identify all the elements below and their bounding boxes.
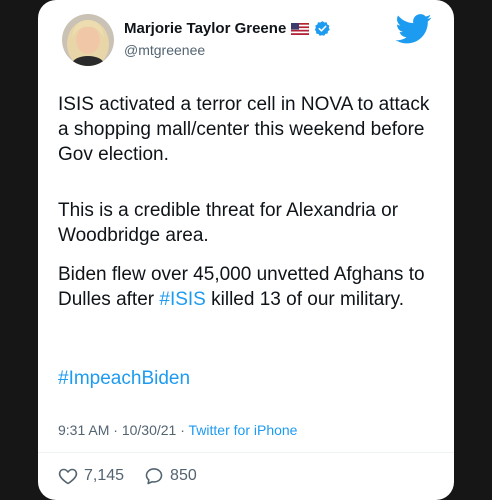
twitter-bird-icon xyxy=(396,14,432,44)
tweet-paragraph-1: ISIS activated a terror cell in NOVA to … xyxy=(58,94,430,165)
reply-bubble-icon xyxy=(145,468,163,485)
avatar[interactable] xyxy=(62,14,114,66)
verified-badge-icon xyxy=(315,21,331,36)
meta-separator: · xyxy=(113,422,122,438)
paragraph-3-text-end: killed 13 of our military. xyxy=(205,289,405,310)
avatar-image xyxy=(62,14,114,66)
tweet-metadata: 9:31 AM · 10/30/21 · Twitter for iPhone xyxy=(58,422,297,438)
author-handle[interactable]: @mtgreenee xyxy=(124,42,205,58)
tweet-paragraph-2: This is a credible threat for Alexandria… xyxy=(58,200,399,246)
engagement-stats: 7,145 850 xyxy=(58,466,217,486)
tweet-paragraph-4: #ImpeachBiden xyxy=(58,366,438,391)
tweet-time[interactable]: 9:31 AM xyxy=(58,422,109,438)
us-flag-icon xyxy=(291,22,310,35)
hashtag-impeachbiden-link[interactable]: #ImpeachBiden xyxy=(58,368,190,389)
like-count: 7,145 xyxy=(84,467,125,484)
like-button[interactable]: 7,145 xyxy=(58,466,124,486)
author-name[interactable]: Marjorie Taylor Greene xyxy=(124,20,331,37)
meta-separator: · xyxy=(180,422,189,438)
tweet-card: Marjorie Taylor Greene @mtgreenee ISIS a… xyxy=(38,0,454,500)
hashtag-isis-link[interactable]: #ISIS xyxy=(159,289,205,310)
tweet-date[interactable]: 10/30/21 xyxy=(122,422,177,438)
reply-button[interactable]: 850 xyxy=(144,466,197,486)
tweet-paragraph-3: Biden flew over 45,000 unvetted Afghans … xyxy=(58,262,438,312)
heart-icon xyxy=(58,468,78,485)
reply-count: 850 xyxy=(170,467,197,484)
tweet-source-link[interactable]: Twitter for iPhone xyxy=(189,422,298,438)
divider xyxy=(38,452,454,453)
author-name-text: Marjorie Taylor Greene xyxy=(124,20,287,37)
